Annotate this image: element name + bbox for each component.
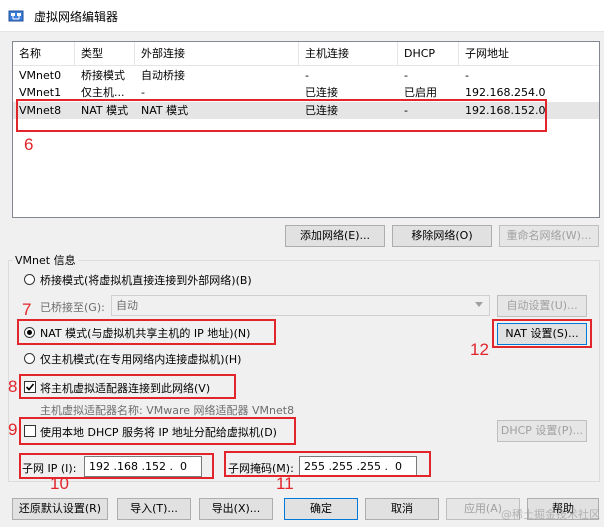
- annotation-number-6: 6: [24, 135, 34, 154]
- bridged-to-value: 自动: [116, 299, 138, 312]
- annotation-number-8: 8: [8, 377, 18, 396]
- annotation-box-8: [19, 374, 236, 399]
- cell-type: 桥接模式: [81, 69, 125, 82]
- column-header-type[interactable]: 类型: [75, 42, 135, 66]
- vmnet-info-label: VMnet 信息: [13, 252, 78, 268]
- annotation-number-7: 7: [22, 300, 32, 319]
- chevron-down-icon: [475, 302, 483, 307]
- vmnet-info-group: [8, 260, 600, 482]
- annotation-box-10: [19, 453, 214, 479]
- column-header-host[interactable]: 主机连接: [299, 42, 398, 66]
- import-button[interactable]: 导入(T)...: [117, 498, 191, 520]
- annotation-number-10: 10: [50, 474, 69, 493]
- table-row[interactable]: VMnet0 桥接模式 自动桥接 - - -: [13, 67, 599, 84]
- column-header-subnet[interactable]: 子网地址: [459, 42, 599, 66]
- ok-button[interactable]: 确定: [284, 498, 358, 520]
- cell-subnet: -: [465, 69, 469, 82]
- cell-host: -: [305, 69, 309, 82]
- cell-external: 自动桥接: [141, 69, 185, 82]
- annotation-number-12: 12: [470, 340, 489, 359]
- cell-name: VMnet0: [19, 69, 62, 82]
- host-only-radio[interactable]: [24, 353, 35, 364]
- auto-settings-button[interactable]: 自动设置(U)...: [497, 295, 587, 317]
- window-title: 虚拟网络编辑器: [34, 10, 119, 24]
- bridged-to-select[interactable]: 自动: [111, 295, 490, 316]
- annotation-box-7: [17, 319, 276, 345]
- bridged-to-label: 已桥接至(G):: [40, 301, 105, 314]
- export-button[interactable]: 导出(X)...: [199, 498, 273, 520]
- column-header-external[interactable]: 外部连接: [135, 42, 299, 66]
- bridged-mode-label[interactable]: 桥接模式(将虚拟机直接连接到外部网络)(B): [40, 272, 252, 288]
- add-network-button[interactable]: 添加网络(E)...: [285, 225, 385, 247]
- annotation-box-9: [19, 417, 296, 445]
- dhcp-settings-button[interactable]: DHCP 设置(P)...: [497, 420, 587, 442]
- cancel-button[interactable]: 取消: [365, 498, 439, 520]
- host-only-label[interactable]: 仅主机模式(在专用网络内连接虚拟机)(H): [40, 351, 241, 367]
- adapter-name-text: 主机虚拟适配器名称: VMware 网络适配器 VMnet8: [40, 404, 295, 417]
- annotation-number-9: 9: [8, 420, 18, 439]
- annotation-box-11: [224, 451, 431, 477]
- virtual-network-editor-window: 虚拟网络编辑器 名称 类型 外部连接 主机连接 DHCP 子网地址 VMnet0…: [0, 0, 604, 527]
- rename-network-button[interactable]: 重命名网络(W)...: [499, 225, 599, 247]
- annotation-box-6: [16, 99, 547, 132]
- watermark-text: @稀土掘金技术社区: [501, 508, 600, 521]
- table-header: 名称 类型 外部连接 主机连接 DHCP 子网地址: [13, 42, 599, 66]
- network-editor-icon: [8, 10, 24, 22]
- bridged-mode-radio[interactable]: [24, 274, 35, 285]
- title-bar: 虚拟网络编辑器: [0, 0, 604, 32]
- column-header-dhcp[interactable]: DHCP: [398, 42, 459, 66]
- restore-defaults-button[interactable]: 还原默认设置(R): [12, 498, 108, 520]
- cell-dhcp: -: [404, 69, 408, 82]
- column-header-name[interactable]: 名称: [13, 42, 75, 66]
- remove-network-button[interactable]: 移除网络(O): [392, 225, 492, 247]
- annotation-number-11: 11: [276, 474, 294, 493]
- annotation-box-12: [492, 319, 592, 348]
